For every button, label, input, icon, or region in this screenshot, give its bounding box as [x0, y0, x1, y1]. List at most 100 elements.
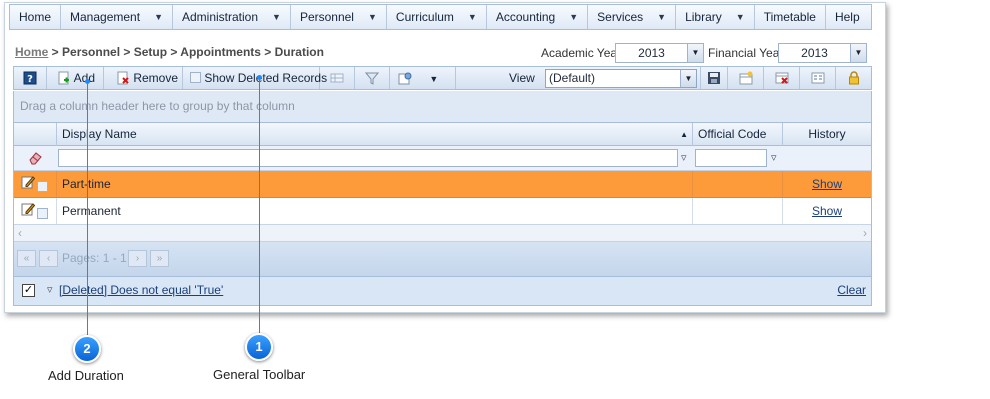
menu-administration[interactable]: Administration ▼ [173, 5, 291, 29]
view-properties-button[interactable] [800, 67, 836, 89]
academic-year-select[interactable]: 2013 ▼ [615, 43, 704, 63]
main-menu-bar: Home Management ▼ Administration ▼ Personn… [9, 4, 872, 30]
pager-text: Pages: 1 - 1 [62, 251, 127, 265]
group-by-panel[interactable]: Drag a column header here to group by th… [13, 91, 872, 122]
chevron-down-icon: ▼ [367, 12, 377, 22]
menu-home[interactable]: Home [10, 5, 62, 29]
dropdown-arrow-icon[interactable]: ▼ [687, 44, 703, 62]
chevron-down-icon: ▼ [429, 74, 439, 84]
chevron-down-icon: ▼ [657, 12, 667, 22]
cell-history: Show [783, 171, 871, 197]
save-icon [708, 72, 720, 84]
last-page-icon[interactable]: » [150, 250, 169, 267]
row-command-cell [14, 171, 57, 197]
data-grid: Display Name ▲ Official Code History ▿ ▿… [13, 122, 872, 306]
show-history-link[interactable]: Show [812, 177, 842, 191]
academic-year-label: Academic Year [541, 46, 622, 60]
column-header-display-name[interactable]: Display Name ▲ [57, 123, 693, 146]
add-button[interactable]: Add [47, 67, 104, 89]
chevron-down-icon: ▼ [467, 12, 477, 22]
callout-leader-line [87, 81, 88, 335]
breadcrumb-home-link[interactable]: Home [15, 45, 48, 59]
checkbox-icon [190, 72, 201, 83]
properties-icon [811, 72, 824, 84]
export-menu-button[interactable]: ▼ [390, 67, 456, 89]
menu-curriculum[interactable]: Curriculum ▼ [387, 5, 487, 29]
column-header-official-code[interactable]: Official Code [693, 123, 783, 146]
filter-funnel-icon: ▿ [47, 284, 53, 296]
show-history-link[interactable]: Show [812, 204, 842, 218]
remove-document-icon [117, 71, 129, 85]
filter-enabled-checkbox[interactable]: ✓ [22, 284, 35, 297]
chevron-down-icon: ▼ [735, 12, 745, 22]
columns-icon [330, 73, 344, 83]
remove-button[interactable]: Remove [104, 67, 183, 89]
next-page-icon[interactable]: › [128, 250, 147, 267]
sort-ascending-icon: ▲ [680, 130, 688, 139]
menu-help[interactable]: Help [826, 5, 869, 29]
horizontal-scrollbar[interactable]: ‹ › [14, 225, 871, 242]
scroll-left-icon[interactable]: ‹ [18, 226, 22, 240]
delete-view-button[interactable] [764, 67, 800, 89]
clear-filter-eraser-icon[interactable] [28, 151, 43, 165]
row-command-cell [14, 198, 57, 224]
row-select-checkbox[interactable] [37, 181, 48, 192]
new-view-icon [739, 71, 752, 85]
dropdown-arrow-icon[interactable]: ▼ [850, 44, 866, 62]
cell-official-code [693, 198, 783, 224]
menu-timetable[interactable]: Timetable [755, 5, 826, 29]
menu-personnel[interactable]: Personnel ▼ [291, 5, 387, 29]
callout-badge-2: 2 [73, 335, 101, 363]
financial-year-label: Financial Year [708, 46, 784, 60]
menu-management[interactable]: Management ▼ [61, 5, 173, 29]
menu-services[interactable]: Services ▼ [588, 5, 677, 29]
callout-leader-line [259, 77, 260, 333]
view-label: View [509, 71, 535, 85]
column-header-history[interactable]: History [783, 123, 871, 146]
new-view-button[interactable] [728, 67, 764, 89]
help-button[interactable]: ? [14, 67, 47, 89]
edit-pencil-icon[interactable] [21, 202, 35, 216]
cell-display-name: Permanent [57, 198, 693, 224]
cell-history: Show [783, 198, 871, 224]
table-row[interactable]: Part-time Show [14, 171, 871, 198]
filter-button[interactable] [355, 67, 390, 89]
column-chooser-button[interactable] [320, 67, 355, 89]
callout-badge-1: 1 [245, 333, 273, 361]
save-view-button[interactable] [700, 67, 728, 89]
chevron-down-icon: ▼ [272, 12, 281, 22]
filter-status-bar: ✓ ▿ [Deleted] Does not equal 'True' Clea… [14, 277, 871, 305]
delete-view-icon [775, 72, 788, 84]
filter-funnel-icon[interactable]: ▿ [771, 151, 777, 164]
menu-accounting[interactable]: Accounting ▼ [487, 5, 589, 29]
breadcrumb-path: > Personnel > Setup > Appointments > Dur… [48, 45, 324, 59]
active-filter-link[interactable]: [Deleted] Does not equal 'True' [59, 283, 223, 297]
cell-display-name: Part-time [57, 171, 693, 197]
help-icon: ? [23, 71, 37, 85]
show-deleted-records-toggle[interactable]: Show Deleted Records [183, 67, 327, 89]
official-code-filter-input[interactable] [695, 149, 767, 167]
chevron-down-icon: ▼ [154, 12, 163, 22]
lock-icon [849, 71, 859, 85]
svg-text:?: ? [27, 74, 33, 85]
dropdown-arrow-icon[interactable]: ▼ [680, 70, 696, 87]
pager-bar: « ‹ Pages: 1 - 1 › » [14, 242, 871, 277]
filter-funnel-icon[interactable]: ▿ [681, 151, 687, 164]
row-select-checkbox[interactable] [37, 208, 48, 219]
clear-filter-link[interactable]: Clear [837, 283, 866, 297]
edit-pencil-icon[interactable] [21, 175, 35, 189]
financial-year-select[interactable]: 2013 ▼ [778, 43, 867, 63]
display-name-filter-input[interactable] [58, 149, 678, 167]
table-row[interactable]: Permanent Show [14, 198, 871, 225]
menu-library[interactable]: Library ▼ [676, 5, 755, 29]
scroll-right-icon[interactable]: › [863, 226, 867, 240]
cell-official-code [693, 171, 783, 197]
lock-button[interactable] [836, 67, 872, 89]
callout-caption-add-duration: Add Duration [48, 368, 124, 383]
previous-page-icon[interactable]: ‹ [39, 250, 58, 267]
add-document-icon [58, 71, 69, 85]
first-page-icon[interactable]: « [17, 250, 36, 267]
filter-icon [365, 72, 379, 85]
view-select[interactable]: (Default) ▼ [545, 69, 697, 88]
breadcrumb: Home > Personnel > Setup > Appointments … [15, 45, 324, 59]
